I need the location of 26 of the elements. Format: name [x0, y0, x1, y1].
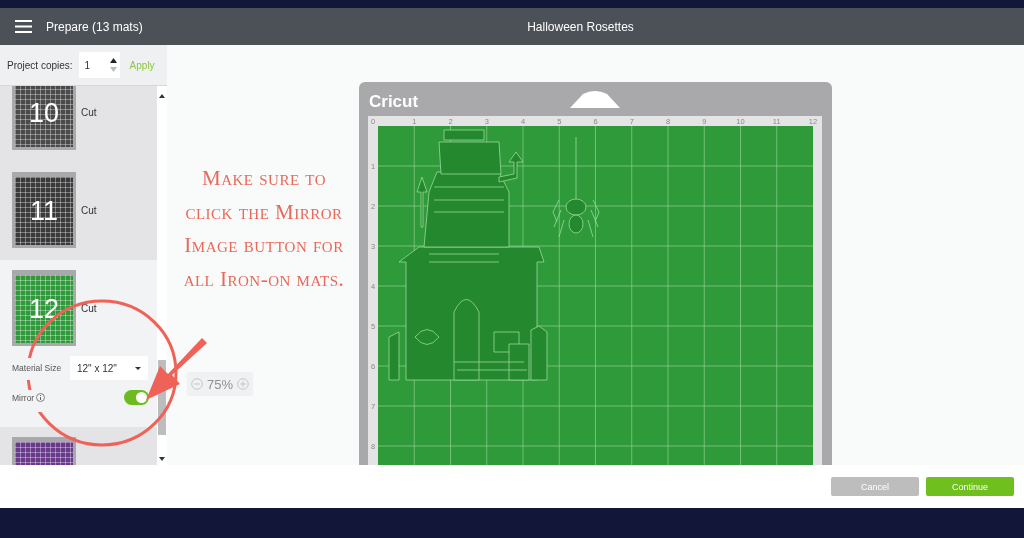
mat-number: 12 — [28, 293, 59, 325]
panel-title: Prepare (13 mats) — [46, 19, 143, 34]
menu-icon[interactable] — [15, 20, 32, 33]
stepper-icon[interactable] — [109, 57, 117, 73]
info-icon[interactable] — [36, 393, 46, 402]
scroll-up-icon[interactable] — [159, 94, 165, 98]
mat-mode-label: Cut — [81, 204, 97, 216]
mat-number: 11 — [30, 195, 58, 227]
material-size-dropdown[interactable]: 12" x 12" — [70, 356, 148, 380]
scroll-down-icon[interactable] — [159, 457, 165, 461]
caret-icon — [135, 366, 141, 370]
mat-logo: Cricut — [369, 92, 419, 111]
mirror-toggle[interactable] — [124, 390, 149, 405]
mat-mode-label: Cut — [81, 302, 97, 314]
mat-number: 10 — [28, 97, 59, 129]
mat-notch — [570, 91, 620, 108]
mat-mode-label: Cut — [81, 106, 97, 118]
project-title: Halloween Rosettes — [527, 19, 634, 34]
mat-list-item[interactable]: 12 Cut Material Size 12" x 12" Mirror — [0, 260, 157, 427]
pointer-arrow — [146, 338, 207, 400]
copies-label: Project copies: — [7, 59, 73, 71]
annotation-text: Make sure to click the Mirror Image button for all Iron-on mats. — [182, 165, 346, 293]
material-size-label: Material Size — [12, 363, 62, 373]
copies-field[interactable]: 1 — [78, 52, 120, 78]
zoom-level: 75% — [207, 376, 233, 392]
mirror-label: Mirror — [12, 392, 35, 403]
